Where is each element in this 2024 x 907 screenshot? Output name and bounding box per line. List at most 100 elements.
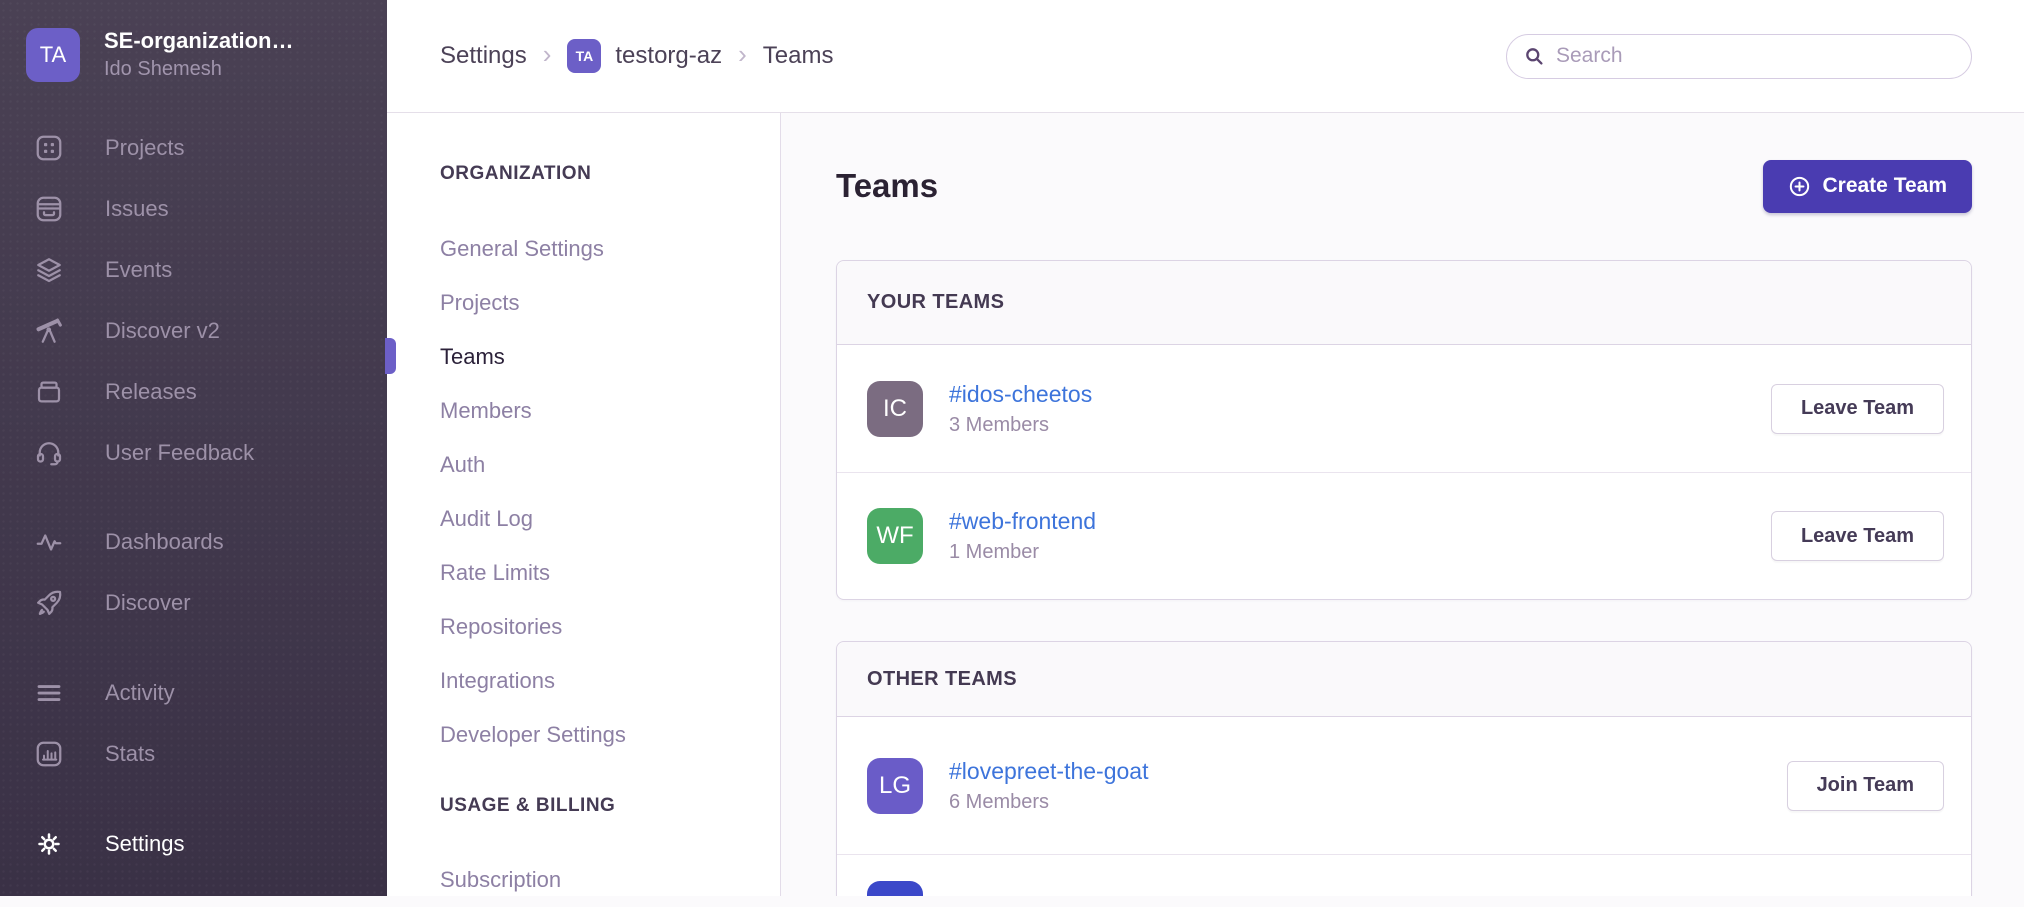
other-teams-panel: OTHER TEAMS LG #lovepreet-the-goat 6 Mem… [836, 641, 1972, 896]
chevron-right-icon: › [543, 41, 552, 71]
team-info [949, 881, 1944, 896]
team-avatar-lg: LG [867, 758, 923, 814]
settings-nav-heading-usage-billing: USAGE & BILLING [440, 795, 780, 817]
settings-nav-list-usage-billing: Subscription [440, 853, 780, 907]
telescope-icon [33, 315, 65, 347]
sidebar-item-label: Issues [105, 196, 169, 222]
settings-nav-item-integrations[interactable]: Integrations [440, 654, 780, 708]
headset-icon [33, 437, 65, 469]
sidebar-nav: Projects Issues Events [0, 117, 387, 874]
topbar: Settings › TA testorg-az › Teams [387, 0, 2024, 113]
sidebar-item-user-feedback[interactable]: User Feedback [0, 422, 387, 483]
team-link-web-frontend[interactable]: #web-frontend [949, 508, 1096, 535]
sidebar-item-label: Events [105, 257, 172, 283]
events-layers-icon [33, 254, 65, 286]
pulse-icon [33, 526, 65, 558]
settings-nav-heading-organization: ORGANIZATION [440, 163, 780, 185]
org-meta: SE-organization… Ido Shemesh [104, 28, 293, 81]
list-lines-icon [33, 677, 65, 709]
your-teams-panel: YOUR TEAMS IC #idos-cheetos 3 Members Le… [836, 260, 1972, 600]
main-content: Teams Create Team YOUR TEAMS IC #idos-ch… [781, 113, 2024, 896]
team-row-web-frontend: WF #web-frontend 1 Member Leave Team [837, 472, 1971, 599]
page-title: Teams [836, 167, 938, 205]
join-team-button[interactable]: Join Team [1787, 761, 1944, 811]
team-info: #web-frontend 1 Member [949, 508, 1771, 564]
settings-nav-list-organization: General Settings Projects Teams Members … [440, 222, 780, 762]
org-badge: TA [567, 39, 601, 73]
chevron-right-icon: › [738, 41, 747, 71]
org-switcher[interactable]: TA SE-organization… Ido Shemesh [0, 0, 387, 82]
sidebar-item-dashboards[interactable]: Dashboards [0, 511, 387, 572]
sidebar-item-releases[interactable]: Releases [0, 361, 387, 422]
team-info: #lovepreet-the-goat 6 Members [949, 758, 1787, 814]
app-sidebar: TA SE-organization… Ido Shemesh Projects [0, 0, 387, 896]
team-info: #idos-cheetos 3 Members [949, 381, 1771, 437]
settings-nav-item-general-settings[interactable]: General Settings [440, 222, 780, 276]
team-link-idos-cheetos[interactable]: #idos-cheetos [949, 381, 1092, 408]
team-avatar-ic: IC [867, 381, 923, 437]
team-member-count: 6 Members [949, 791, 1787, 814]
user-name: Ido Shemesh [104, 58, 293, 81]
leave-team-button[interactable]: Leave Team [1771, 384, 1944, 434]
search-box[interactable] [1506, 34, 1972, 79]
sidebar-item-label: Discover [105, 590, 191, 616]
sidebar-item-projects[interactable]: Projects [0, 117, 387, 178]
sidebar-item-issues[interactable]: Issues [0, 178, 387, 239]
breadcrumb-org[interactable]: TA testorg-az [567, 39, 722, 73]
settings-nav: ORGANIZATION General Settings Projects T… [387, 113, 781, 896]
team-row-lovepreet-the-goat: LG #lovepreet-the-goat 6 Members Join Te… [837, 717, 1971, 854]
sidebar-item-stats[interactable]: Stats [0, 723, 387, 784]
settings-nav-item-teams[interactable]: Teams [440, 330, 780, 384]
team-member-count: 1 Member [949, 541, 1771, 564]
settings-nav-item-repositories[interactable]: Repositories [440, 600, 780, 654]
breadcrumb-teams[interactable]: Teams [763, 42, 834, 70]
sidebar-item-label: Settings [105, 831, 185, 857]
search-icon [1523, 45, 1546, 68]
org-avatar: TA [26, 28, 80, 82]
sidebar-item-label: Activity [105, 680, 175, 706]
team-row-idos-cheetos: IC #idos-cheetos 3 Members Leave Team [837, 345, 1971, 472]
sidebar-item-discover-v2[interactable]: Discover v2 [0, 300, 387, 361]
settings-nav-item-rate-limits[interactable]: Rate Limits [440, 546, 780, 600]
issues-inbox-icon [33, 193, 65, 225]
your-teams-panel-header: YOUR TEAMS [837, 261, 1971, 345]
sidebar-item-discover[interactable]: Discover [0, 572, 387, 633]
sidebar-item-label: Releases [105, 379, 197, 405]
bar-chart-icon [33, 738, 65, 770]
team-link-lovepreet-the-goat[interactable]: #lovepreet-the-goat [949, 758, 1148, 785]
gear-icon [33, 828, 65, 860]
settings-nav-item-projects[interactable]: Projects [440, 276, 780, 330]
sidebar-item-label: Projects [105, 135, 184, 161]
sidebar-item-activity[interactable]: Activity [0, 662, 387, 723]
breadcrumb-settings[interactable]: Settings [440, 42, 527, 70]
settings-nav-item-subscription[interactable]: Subscription [440, 853, 780, 907]
settings-nav-item-auth[interactable]: Auth [440, 438, 780, 492]
breadcrumb-org-label: testorg-az [615, 42, 722, 70]
sidebar-item-label: Stats [105, 741, 155, 767]
search-input[interactable] [1556, 44, 1971, 68]
breadcrumb: Settings › TA testorg-az › Teams [440, 39, 833, 73]
sidebar-item-label: Dashboards [105, 529, 224, 555]
team-avatar-partial [867, 881, 923, 896]
releases-archive-icon [33, 376, 65, 408]
other-teams-panel-header: OTHER TEAMS [837, 642, 1971, 717]
projects-grid-icon [33, 132, 65, 164]
team-avatar-wf: WF [867, 508, 923, 564]
settings-nav-item-developer-settings[interactable]: Developer Settings [440, 708, 780, 762]
sidebar-active-indicator [385, 338, 396, 374]
sidebar-item-settings[interactable]: Settings [0, 813, 387, 874]
org-name: SE-organization… [104, 28, 293, 54]
sidebar-item-events[interactable]: Events [0, 239, 387, 300]
rocket-icon [33, 587, 65, 619]
plus-circle-icon [1788, 175, 1811, 198]
settings-nav-item-audit-log[interactable]: Audit Log [440, 492, 780, 546]
sidebar-item-label: User Feedback [105, 440, 254, 466]
leave-team-button[interactable]: Leave Team [1771, 511, 1944, 561]
settings-nav-item-members[interactable]: Members [440, 384, 780, 438]
team-member-count: 3 Members [949, 414, 1771, 437]
sidebar-item-label: Discover v2 [105, 318, 220, 344]
create-team-button[interactable]: Create Team [1763, 160, 1972, 213]
title-row: Teams Create Team [836, 159, 1972, 213]
team-row-partial [837, 854, 1971, 896]
create-team-label: Create Team [1822, 174, 1947, 198]
